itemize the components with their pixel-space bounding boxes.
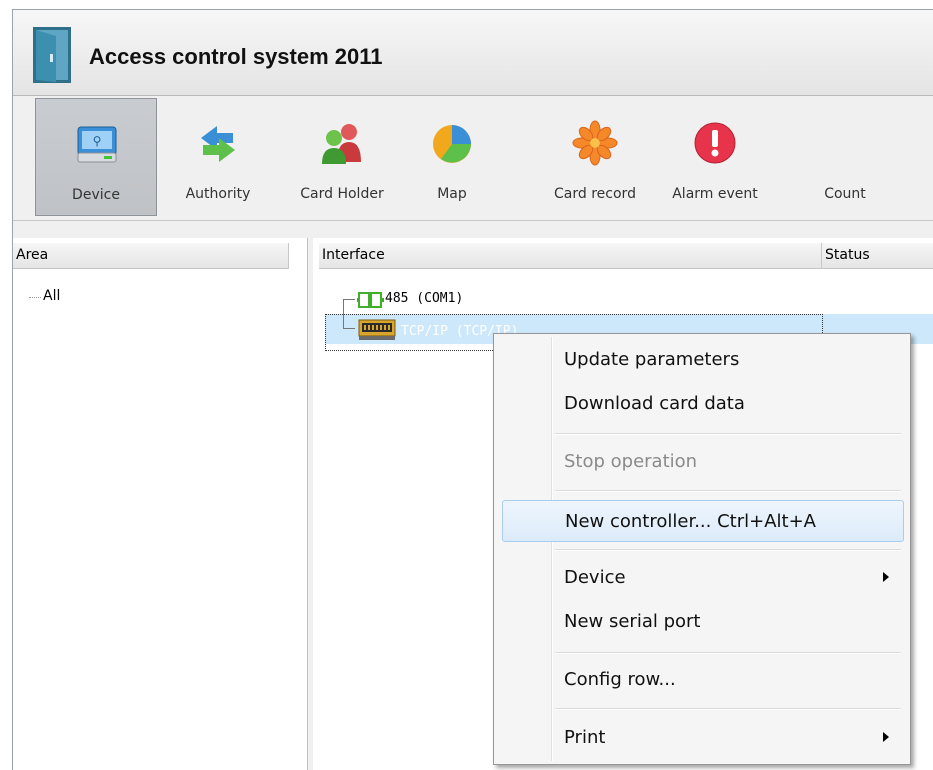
status-column-header[interactable]: Status	[822, 243, 933, 269]
toolbar-alarm-event-button[interactable]: Alarm event	[659, 98, 771, 216]
tree-node-485[interactable]: 485 (COM1)	[385, 291, 463, 306]
toolbar-device-button[interactable]: ⚲ Device	[35, 98, 157, 216]
asterisk-icon	[572, 120, 618, 166]
menu-item-device[interactable]: Device	[497, 558, 905, 598]
menu-item-label: Download card data	[564, 393, 745, 414]
network-card-icon	[357, 318, 397, 342]
menu-item-new-serial-port[interactable]: New serial port	[497, 602, 905, 642]
menu-separator	[555, 490, 901, 492]
toolbar-device-label: Device	[72, 187, 120, 203]
tree-connector	[343, 299, 355, 300]
users-icon	[319, 120, 365, 166]
area-panel: Area All	[13, 238, 308, 770]
toolbar-count-button[interactable]: Count	[809, 98, 881, 216]
menu-separator	[555, 549, 901, 551]
title-bar: Access control system 2011	[13, 10, 933, 96]
device-drive-icon: ⚲	[74, 121, 120, 167]
app-title: Access control system 2011	[89, 44, 383, 69]
submenu-arrow-icon	[883, 572, 889, 582]
toolbar-card-record-button[interactable]: Card record	[531, 98, 659, 216]
pie-chart-icon	[429, 120, 475, 166]
menu-item-config-row[interactable]: Config row...	[497, 660, 905, 700]
tree-connector	[29, 297, 41, 298]
menu-item-label: Config row...	[564, 669, 676, 690]
alert-icon	[692, 120, 738, 166]
toolbar-alarm-event-label: Alarm event	[672, 186, 758, 202]
interface-column-header[interactable]: Interface	[319, 243, 822, 269]
menu-item-label: Stop operation	[564, 451, 698, 472]
toolbar-authority-button[interactable]: Authority	[163, 98, 273, 216]
menu-item-print[interactable]: Print	[497, 718, 905, 758]
toolbar-card-holder-button[interactable]: Card Holder	[283, 98, 401, 216]
door-icon	[32, 26, 72, 84]
menu-item-label: Update parameters	[564, 349, 740, 370]
toolbar-map-button[interactable]: Map	[411, 98, 493, 216]
toolbar-card-holder-label: Card Holder	[300, 186, 384, 202]
sync-arrows-icon	[195, 120, 241, 166]
toolbar-map-label: Map	[437, 186, 467, 202]
menu-separator	[555, 652, 901, 654]
toolbar: ⚲ Device Authority Card Holder Map Card …	[13, 96, 933, 221]
tree-connector	[343, 299, 344, 329]
context-menu: Update parameters Download card data Sto…	[493, 333, 911, 765]
submenu-arrow-icon	[883, 732, 889, 742]
area-header[interactable]: Area	[13, 243, 289, 269]
tree-connector	[343, 328, 355, 329]
menu-item-download-card-data[interactable]: Download card data	[497, 384, 905, 424]
svg-text:⚲: ⚲	[93, 134, 102, 148]
menu-item-label: Print	[564, 727, 606, 748]
toolbar-card-record-label: Card record	[554, 186, 636, 202]
toolbar-count-label: Count	[824, 186, 866, 202]
menu-item-label: New serial port	[564, 611, 701, 632]
area-tree-item-all[interactable]: All	[43, 288, 60, 304]
menu-item-stop-operation: Stop operation	[497, 442, 905, 482]
menu-item-label: New controller... Ctrl+Alt+A	[565, 511, 816, 532]
menu-item-label: Device	[564, 567, 626, 588]
menu-separator	[555, 433, 901, 435]
toolbar-authority-label: Authority	[185, 186, 251, 202]
menu-item-new-controller[interactable]: New controller... Ctrl+Alt+A	[502, 500, 904, 542]
menu-item-update-parameters[interactable]: Update parameters	[497, 340, 905, 380]
menu-separator	[555, 708, 901, 710]
